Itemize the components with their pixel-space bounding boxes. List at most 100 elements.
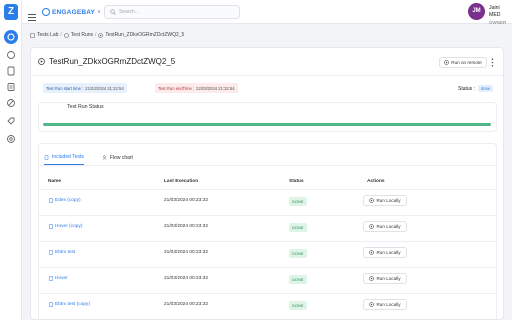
file-icon xyxy=(49,198,53,203)
header-divider xyxy=(31,75,503,76)
tabs: Included Tests Flow chart xyxy=(44,154,133,165)
column-header-actions: Actions xyxy=(367,179,385,184)
search-icon xyxy=(110,9,116,15)
avatar[interactable]: JM xyxy=(468,3,485,20)
block-icon[interactable] xyxy=(6,98,16,108)
start-time-value: 21/03/2024 21:32:54 xyxy=(85,85,124,91)
breadcrumb-separator: / xyxy=(95,32,97,38)
file-icon xyxy=(49,276,53,281)
brand-name: ENGAGEBAY xyxy=(52,8,96,16)
test-name-link[interactable]: Hover (copy) xyxy=(49,224,82,229)
test-name: Hover (copy) xyxy=(55,224,83,229)
test-name-link[interactable]: Ebtrx test xyxy=(49,250,75,255)
home-icon[interactable] xyxy=(6,50,16,60)
progress-card xyxy=(38,102,497,132)
test-name-link[interactable]: Edex (copy) xyxy=(49,198,81,203)
run-locally-label: Run Locally xyxy=(376,276,401,281)
tabs-divider xyxy=(39,165,496,166)
user-role: OWNER xyxy=(489,20,507,25)
list-icon[interactable] xyxy=(6,82,16,92)
run-locally-label: Run Locally xyxy=(376,224,401,229)
test-name: Ebtrx test (copy) xyxy=(55,302,90,307)
play-icon xyxy=(369,276,375,281)
tab-flow-chart[interactable]: Flow chart xyxy=(102,154,133,165)
tag-icon[interactable] xyxy=(6,116,16,126)
status-label: Status : xyxy=(458,85,475,92)
column-header-name: Name xyxy=(48,179,62,184)
progress-fill xyxy=(43,123,491,126)
end-time-chip: Test Run endTime : 22/03/2024 21:32:54 xyxy=(155,83,238,93)
play-icon xyxy=(369,224,375,229)
table-row: Hover (copy) 21/03/2024 00:23:32 DONE Ru… xyxy=(39,215,496,241)
chevron-down-icon: ∨ xyxy=(97,9,101,15)
start-time-chip: Test Run start time : 21/03/2024 21:32:5… xyxy=(43,83,127,93)
progress-label: Test Run Status xyxy=(67,104,104,110)
table-row: Hover 21/03/2024 00:23:32 DONE Run Local… xyxy=(39,267,496,293)
search-box[interactable] xyxy=(104,5,240,19)
file-icon xyxy=(49,302,53,307)
last-execution: 21/03/2024 00:23:32 xyxy=(164,276,209,281)
breadcrumb-tests-lab[interactable]: Tests Lab xyxy=(37,32,58,38)
user-info[interactable]: Jaini MED OWNER xyxy=(489,5,512,26)
more-options-icon[interactable] xyxy=(491,58,494,67)
progress-bar xyxy=(43,123,491,126)
run-locally-button[interactable]: Run Locally xyxy=(363,273,407,284)
tab-included-tests[interactable]: Included Tests xyxy=(44,154,84,165)
run-locally-button[interactable]: Run Locally xyxy=(363,247,407,258)
test-name: Ebtrx test xyxy=(55,250,76,255)
play-icon xyxy=(444,60,450,65)
last-execution: 21/03/2024 00:23:32 xyxy=(164,302,209,307)
file-icon xyxy=(49,224,53,229)
tab-label: Flow chart xyxy=(109,154,133,161)
column-header-status: Status xyxy=(289,179,304,184)
end-time-value: 22/03/2024 21:32:54 xyxy=(196,85,235,91)
last-execution: 21/03/2024 00:23:32 xyxy=(164,198,209,203)
last-execution: 21/03/2024 00:23:32 xyxy=(164,224,209,229)
run-on-remote-button[interactable]: Run on remote xyxy=(439,57,487,68)
breadcrumb-separator: / xyxy=(60,32,62,38)
document-icon xyxy=(44,154,49,160)
breadcrumb: Tests Lab / Test Runs / TestRun_ZDkxOGRm… xyxy=(30,32,184,38)
lab-small-icon xyxy=(30,32,35,38)
tab-label: Included Tests xyxy=(52,154,84,160)
test-name-link[interactable]: Ebtrx test (copy) xyxy=(49,302,90,307)
user-icon xyxy=(102,155,107,160)
status-badge: DONE xyxy=(289,275,307,284)
table-row: Edex (copy) 21/03/2024 00:23:32 DONE Run… xyxy=(39,189,496,215)
run-small-icon xyxy=(98,32,104,38)
brand-switcher[interactable]: ENGAGEBAY ∨ xyxy=(42,7,101,17)
play-icon xyxy=(369,302,375,307)
test-name: Edex (copy) xyxy=(55,198,81,203)
run-locally-button[interactable]: Run Locally xyxy=(363,299,407,310)
play-icon xyxy=(369,198,375,203)
test-name: Hover xyxy=(55,276,68,281)
breadcrumb-current-run: TestRun_ZDkxOGRmZDctZWQ2_5 xyxy=(105,32,185,38)
brand-mark-icon xyxy=(42,8,50,16)
play-icon xyxy=(369,250,375,255)
run-locally-label: Run Locally xyxy=(376,250,401,255)
run-locally-button[interactable]: Run Locally xyxy=(363,195,407,206)
test-run-panel: TestRun_ZDkxOGRmZDctZWQ2_5 Run on remote… xyxy=(30,47,504,320)
table-header: Name Last Execution Status Actions xyxy=(48,179,488,187)
page-title: TestRun_ZDkxOGRmZDctZWQ2_5 xyxy=(49,57,176,66)
runs-small-icon xyxy=(63,32,69,38)
run-status: Status : done xyxy=(458,85,494,92)
settings-icon[interactable] xyxy=(6,134,16,144)
menu-icon[interactable] xyxy=(28,8,36,21)
run-locally-label: Run Locally xyxy=(376,198,401,203)
end-time-label: Test Run endTime : xyxy=(158,85,195,91)
app-logo[interactable]: Z xyxy=(4,4,18,20)
column-header-last-execution: Last Execution xyxy=(164,179,199,184)
title-row: TestRun_ZDkxOGRmZDctZWQ2_5 xyxy=(38,57,175,66)
run-locally-button[interactable]: Run Locally xyxy=(363,221,407,232)
status-badge: DONE xyxy=(289,223,307,232)
status-badge: done xyxy=(477,85,494,92)
lab-icon[interactable] xyxy=(4,30,18,44)
file-icon xyxy=(49,250,53,255)
breadcrumb-test-runs[interactable]: Test Runs xyxy=(71,32,93,38)
status-badge: DONE xyxy=(289,249,307,258)
run-locally-label: Run Locally xyxy=(376,302,401,307)
search-input[interactable] xyxy=(119,9,229,15)
test-name-link[interactable]: Hover xyxy=(49,276,68,281)
document-icon[interactable] xyxy=(6,66,16,76)
